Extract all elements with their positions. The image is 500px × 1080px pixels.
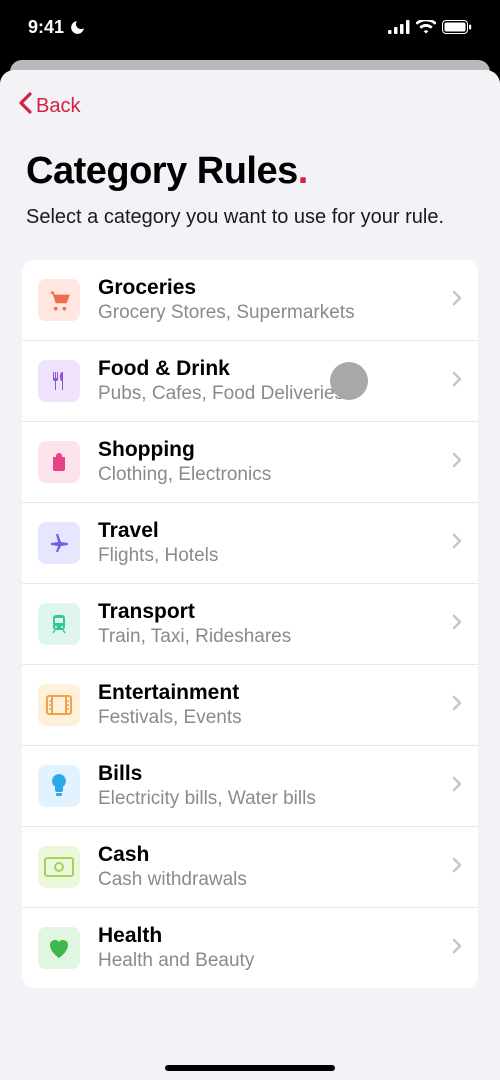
chevron-right-icon bbox=[452, 452, 462, 473]
category-list: Groceries Grocery Stores, Supermarkets F… bbox=[22, 260, 478, 988]
status-bar: 9:41 bbox=[0, 0, 500, 54]
dnd-moon-icon bbox=[69, 19, 86, 36]
category-title: Health bbox=[98, 924, 434, 948]
chevron-right-icon bbox=[452, 857, 462, 878]
chevron-right-icon bbox=[452, 290, 462, 311]
category-title: Cash bbox=[98, 843, 434, 867]
bag-icon bbox=[38, 441, 80, 483]
category-row-groceries[interactable]: Groceries Grocery Stores, Supermarkets bbox=[22, 260, 478, 341]
category-desc: Grocery Stores, Supermarkets bbox=[98, 302, 434, 324]
back-button[interactable]: Back bbox=[18, 92, 80, 120]
plane-icon bbox=[38, 522, 80, 564]
cellular-signal-icon bbox=[388, 20, 410, 34]
chevron-right-icon bbox=[452, 371, 462, 392]
category-title: Food & Drink bbox=[98, 357, 434, 381]
category-row-bills[interactable]: Bills Electricity bills, Water bills bbox=[22, 746, 478, 827]
utensils-icon bbox=[38, 360, 80, 402]
chevron-right-icon bbox=[452, 614, 462, 635]
wifi-icon bbox=[416, 20, 436, 34]
category-row-cash[interactable]: Cash Cash withdrawals bbox=[22, 827, 478, 908]
category-desc: Electricity bills, Water bills bbox=[98, 788, 434, 810]
category-desc: Cash withdrawals bbox=[98, 869, 434, 891]
category-row-transport[interactable]: Transport Train, Taxi, Rideshares bbox=[22, 584, 478, 665]
page-subtitle: Select a category you want to use for yo… bbox=[26, 203, 474, 232]
category-row-entertainment[interactable]: Entertainment Festivals, Events bbox=[22, 665, 478, 746]
category-desc: Flights, Hotels bbox=[98, 545, 434, 567]
page-title: Category Rules. bbox=[26, 150, 474, 193]
back-label: Back bbox=[36, 95, 80, 118]
category-title: Travel bbox=[98, 519, 434, 543]
heart-icon bbox=[38, 927, 80, 969]
category-title: Bills bbox=[98, 762, 434, 786]
film-icon bbox=[38, 684, 80, 726]
category-title: Transport bbox=[98, 600, 434, 624]
home-indicator[interactable] bbox=[165, 1065, 335, 1071]
modal-sheet: Back Category Rules. Select a category y… bbox=[0, 70, 500, 1080]
category-desc: Health and Beauty bbox=[98, 950, 434, 972]
category-title: Groceries bbox=[98, 276, 434, 300]
category-row-food[interactable]: Food & Drink Pubs, Cafes, Food Deliverie… bbox=[22, 341, 478, 422]
cart-icon bbox=[38, 279, 80, 321]
category-row-health[interactable]: Health Health and Beauty bbox=[22, 908, 478, 988]
category-desc: Clothing, Electronics bbox=[98, 464, 434, 486]
chevron-left-icon bbox=[18, 92, 32, 120]
category-row-shopping[interactable]: Shopping Clothing, Electronics bbox=[22, 422, 478, 503]
category-desc: Festivals, Events bbox=[98, 707, 434, 729]
chevron-right-icon bbox=[452, 533, 462, 554]
category-desc: Train, Taxi, Rideshares bbox=[98, 626, 434, 648]
category-desc: Pubs, Cafes, Food Deliveries bbox=[98, 383, 434, 405]
train-icon bbox=[38, 603, 80, 645]
chevron-right-icon bbox=[452, 938, 462, 959]
status-time: 9:41 bbox=[28, 17, 64, 38]
chevron-right-icon bbox=[452, 776, 462, 797]
touch-indicator bbox=[330, 362, 368, 400]
battery-icon bbox=[442, 20, 472, 34]
category-row-travel[interactable]: Travel Flights, Hotels bbox=[22, 503, 478, 584]
banknote-icon bbox=[38, 846, 80, 888]
chevron-right-icon bbox=[452, 695, 462, 716]
category-title: Shopping bbox=[98, 438, 434, 462]
lightbulb-icon bbox=[38, 765, 80, 807]
category-title: Entertainment bbox=[98, 681, 434, 705]
